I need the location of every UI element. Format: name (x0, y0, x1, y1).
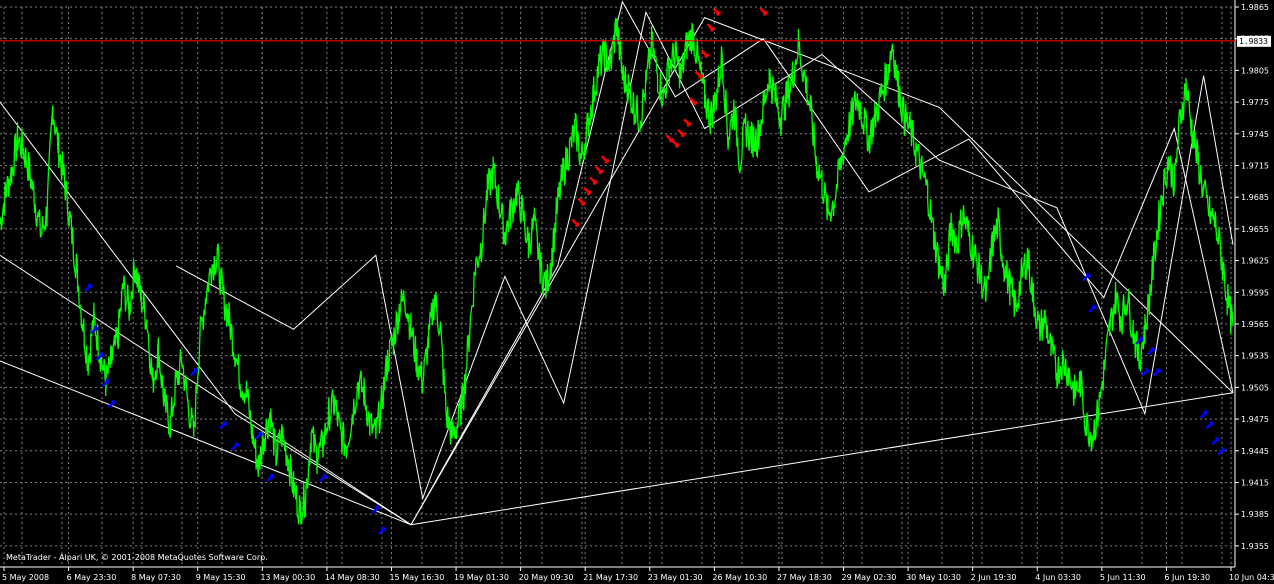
y-tick-label: 1.9865 (1241, 3, 1269, 12)
y-tick-label: 1.9445 (1241, 447, 1269, 456)
x-tick-label: 19 May 01:30 (454, 573, 509, 582)
forex-chart: 1.98651.98351.98051.97751.97451.97151.96… (0, 0, 1274, 584)
x-tick-label: 20 May 09:30 (519, 573, 574, 582)
x-tick-label: 27 May 18:30 (777, 573, 832, 582)
y-tick-label: 1.9475 (1241, 415, 1269, 424)
y-tick-label: 1.9415 (1241, 478, 1269, 487)
x-tick-label: 23 May 01:30 (648, 573, 703, 582)
y-tick-label: 1.9655 (1241, 225, 1269, 234)
y-tick-label: 1.9745 (1241, 130, 1269, 139)
y-tick-label: 1.9355 (1241, 542, 1269, 551)
y-tick-label: 1.9565 (1241, 320, 1269, 329)
y-tick-label: 1.9535 (1241, 352, 1269, 361)
x-tick-label: 26 May 10:30 (712, 573, 767, 582)
x-tick-label: 29 May 02:30 (842, 573, 897, 582)
x-tick-label: 14 May 08:30 (325, 573, 380, 582)
x-tick-label: 21 May 17:30 (583, 573, 638, 582)
y-tick-label: 1.9715 (1241, 161, 1269, 170)
x-tick-label: 4 Jun 03:30 (1035, 573, 1081, 582)
y-tick-label: 1.9625 (1241, 257, 1269, 266)
y-tick-label: 1.9685 (1241, 193, 1269, 202)
x-tick-label: 13 May 00:30 (260, 573, 315, 582)
x-tick-label: 6 Jun 19:30 (1164, 573, 1210, 582)
x-tick-label: 8 May 07:30 (131, 573, 181, 582)
y-tick-label: 1.9595 (1241, 288, 1269, 297)
x-tick-label: 5 May 2008 (2, 573, 49, 582)
current-price-tag: 1.9833 (1237, 35, 1271, 47)
y-tick-label: 1.9775 (1241, 98, 1269, 107)
x-tick-label: 6 May 23:30 (67, 573, 117, 582)
y-tick-label: 1.9805 (1241, 66, 1269, 75)
x-tick-label: 2 Jun 19:30 (971, 573, 1017, 582)
y-tick-label: 1.9385 (1241, 510, 1269, 519)
x-tick-label: 9 May 15:30 (196, 573, 246, 582)
copyright-text: MetaTrader - Alpari UK, © 2001-2008 Meta… (6, 553, 268, 562)
x-tick-label: 30 May 10:30 (906, 573, 961, 582)
y-tick-label: 1.9505 (1241, 383, 1269, 392)
x-tick-label: 15 May 16:30 (389, 573, 444, 582)
current-price-label: 1.9833 (1239, 37, 1268, 46)
x-tick-label: 10 Jun 04:30 (1229, 573, 1274, 582)
x-tick-label: 5 Jun 11:30 (1100, 573, 1146, 582)
